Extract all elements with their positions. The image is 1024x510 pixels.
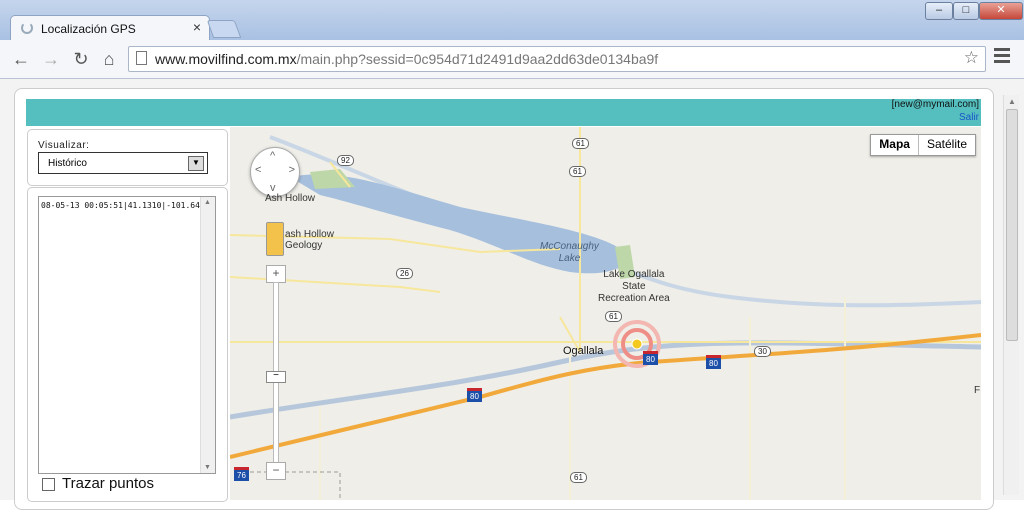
history-panel: 08-05-13 00:05:51|41.1310|-101.644 ▲ ▼ T… <box>27 187 228 502</box>
history-list[interactable]: 08-05-13 00:05:51|41.1310|-101.644 ▲ ▼ <box>38 196 216 474</box>
gps-marker[interactable] <box>631 338 643 350</box>
reload-button[interactable]: ↻ <box>70 48 92 70</box>
geology-line-1: ash Hollow <box>285 229 334 240</box>
geology-line-2: Geology <box>285 240 323 251</box>
route-61-shield-2: 61 <box>569 166 586 177</box>
map-canvas[interactable]: Mapa Satélite ^ < > v + − − Ash Hollow a… <box>230 127 981 500</box>
ash-hollow-geology-label: ash Hollow Geology <box>285 229 334 251</box>
header-bar: [new@mymail.com] Salir <box>26 99 981 126</box>
close-tab-icon[interactable]: × <box>193 19 201 35</box>
route-61-shield-3: 61 <box>605 311 622 322</box>
highway-26 <box>230 276 441 293</box>
zoom-out-button[interactable]: − <box>266 462 286 480</box>
route-61-shield-4: 61 <box>570 472 587 483</box>
pan-left-icon[interactable]: < <box>255 164 261 176</box>
loading-icon <box>21 22 33 34</box>
ogallala-label: Ogallala <box>563 345 604 357</box>
interstate-80-shield: 80 <box>643 351 658 365</box>
scroll-up-icon[interactable]: ▲ <box>204 199 211 206</box>
back-button[interactable]: ← <box>10 48 32 70</box>
menu-icon[interactable] <box>994 48 1010 66</box>
list-scrollbar[interactable]: ▲ ▼ <box>200 197 215 473</box>
pan-right-icon[interactable]: > <box>289 164 295 176</box>
river <box>230 340 981 420</box>
county-border <box>250 471 341 500</box>
url-host: www.movilfind.com.mx <box>155 51 297 67</box>
minimize-button[interactable]: – <box>925 2 953 20</box>
route-30-shield: 30 <box>754 346 771 357</box>
interstate-76-shield: 76 <box>234 467 249 481</box>
logout-link[interactable]: Salir <box>959 112 979 123</box>
edge-label: F <box>974 385 981 396</box>
url-text: www.movilfind.com.mx/main.php?sessid=0c9… <box>155 51 658 67</box>
view-select-value: Histórico <box>48 158 87 169</box>
rec-line-1: Lake Ogallala <box>603 269 665 280</box>
address-bar[interactable]: www.movilfind.com.mx/main.php?sessid=0c9… <box>128 46 986 72</box>
close-window-button[interactable]: ✕ <box>979 2 1023 20</box>
chevron-down-icon[interactable]: ▼ <box>188 156 204 171</box>
page-icon <box>136 51 147 65</box>
scroll-up-icon[interactable]: ▲ <box>1008 97 1016 106</box>
pegman-icon[interactable] <box>266 222 284 256</box>
list-item[interactable]: 08-05-13 00:05:51|41.1310|-101.644 <box>41 201 205 210</box>
zoom-slider-thumb[interactable]: − <box>266 371 286 383</box>
route-26-shield: 26 <box>396 268 413 279</box>
trace-points-label: Trazar puntos <box>62 475 154 492</box>
url-path: /main.php?sessid=0c954d71d2491d9aa2dd63d… <box>296 51 659 67</box>
zoom-in-button[interactable]: + <box>266 265 286 283</box>
window-titlebar: Localización GPS × – □ ✕ <box>0 0 1024 42</box>
view-select[interactable]: Histórico ▼ <box>38 152 208 174</box>
visualizar-label: Visualizar: <box>38 140 90 151</box>
page-scrollbar-thumb[interactable] <box>1006 109 1018 341</box>
tab-title: Localización GPS <box>41 22 136 36</box>
forward-button[interactable]: → <box>40 48 62 70</box>
ash-hollow-label: Ash Hollow <box>265 193 316 204</box>
map-type-satellite[interactable]: Satélite <box>919 135 975 155</box>
map-type-mapa[interactable]: Mapa <box>871 135 919 155</box>
user-email: [new@mymail.com] <box>891 99 979 110</box>
local-roads <box>319 297 846 500</box>
browser-toolbar: ← → ↻ ⌂ www.movilfind.com.mx/main.php?se… <box>0 40 1024 79</box>
lake-line-1: McConaughy <box>540 241 599 252</box>
interstate-80-shield-3: 80 <box>467 388 482 402</box>
view-panel: Visualizar: Histórico ▼ <box>27 129 228 186</box>
lake-line-2: Lake <box>558 253 581 264</box>
pan-up-icon[interactable]: ^ <box>270 150 275 162</box>
bookmark-star-icon[interactable]: ☆ <box>964 48 979 68</box>
lake-label: McConaughy Lake <box>540 241 599 265</box>
home-button[interactable]: ⌂ <box>98 48 120 70</box>
route-61-shield: 61 <box>572 138 589 149</box>
recreation-area-label: Lake Ogallala State Recreation Area <box>598 269 670 305</box>
route-92-shield: 92 <box>337 155 354 166</box>
map-type-control: Mapa Satélite <box>870 134 976 156</box>
rec-line-2: State <box>622 281 646 292</box>
rec-line-3: Recreation Area <box>598 293 670 304</box>
scroll-down-icon[interactable]: ▼ <box>204 464 211 471</box>
interstate-80-shield-2: 80 <box>706 355 721 369</box>
page-scrollbar[interactable]: ▲ <box>1003 95 1019 495</box>
trace-points-checkbox[interactable] <box>42 478 55 491</box>
browser-tab[interactable]: Localización GPS × <box>10 15 210 42</box>
pan-control[interactable]: ^ < > v <box>250 147 300 197</box>
new-tab-button[interactable] <box>206 20 242 38</box>
maximize-button[interactable]: □ <box>953 2 979 20</box>
